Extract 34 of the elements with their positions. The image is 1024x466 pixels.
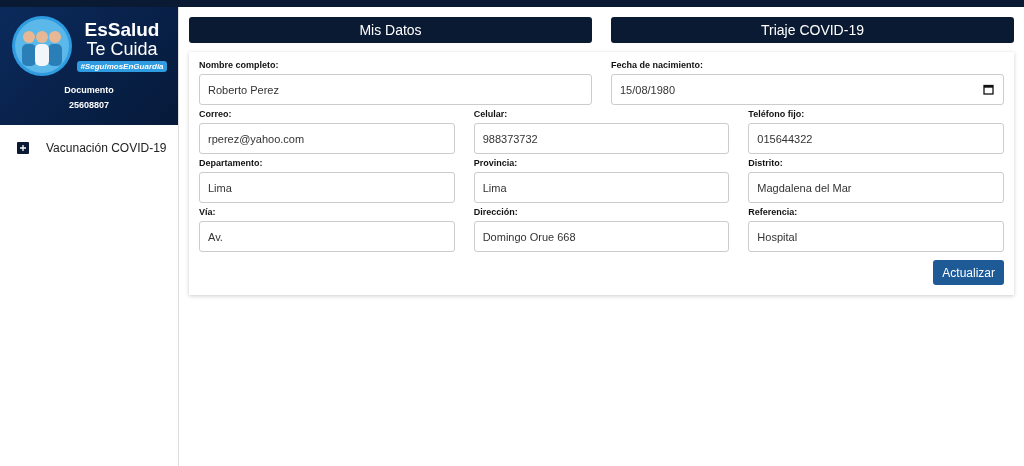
sidebar-item[interactable]: Vacunación COVID-19 (46, 141, 167, 155)
update-button[interactable]: Actualizar (933, 260, 1004, 285)
field-label: Provincia: (473, 158, 519, 168)
field-label: Fecha de nacimiento: (611, 60, 705, 70)
brand-title: EsSalud (84, 20, 160, 40)
input-field[interactable]: Lima (473, 172, 730, 203)
input-field[interactable]: 015644322 (748, 123, 1004, 154)
plus-icon (17, 142, 29, 154)
field-label: Vía: (199, 207, 217, 217)
field-label: Departamento: (199, 158, 264, 168)
date-field[interactable]: 15/08/1980 (611, 74, 1004, 105)
input-field[interactable]: 988373732 (473, 123, 730, 154)
input-field[interactable]: Domingo Orue 668 (473, 221, 730, 252)
field-label: Celular: (473, 109, 509, 119)
input-field[interactable]: Lima (199, 172, 455, 203)
input-field[interactable]: rperez@yahoo.com (199, 123, 455, 154)
hashtag-label: #SeguimosEnGuardia (77, 61, 167, 72)
document-label: Documento (64, 85, 114, 95)
input-field[interactable]: Hospital (748, 221, 1004, 252)
tab[interactable]: Triaje COVID-19 (611, 17, 1014, 43)
field-label: Referencia: (748, 207, 799, 217)
calendar-icon[interactable] (983, 84, 994, 95)
input-field[interactable]: Magdalena del Mar (748, 172, 1004, 203)
brand-subtitle: Te Cuida (86, 40, 158, 59)
field-label: Teléfono fijo: (748, 109, 806, 119)
tab[interactable]: Mis Datos (189, 17, 592, 43)
input-field[interactable]: Roberto Perez (199, 74, 592, 105)
field-label: Correo: (199, 109, 233, 119)
field-label: Dirección: (473, 207, 519, 217)
document-number: 25608807 (68, 100, 109, 110)
field-label: Distrito: (748, 158, 784, 168)
input-field[interactable]: Av. (199, 221, 455, 252)
field-label: Nombre completo: (199, 60, 280, 70)
nurses-logo-drawing (11, 15, 74, 77)
